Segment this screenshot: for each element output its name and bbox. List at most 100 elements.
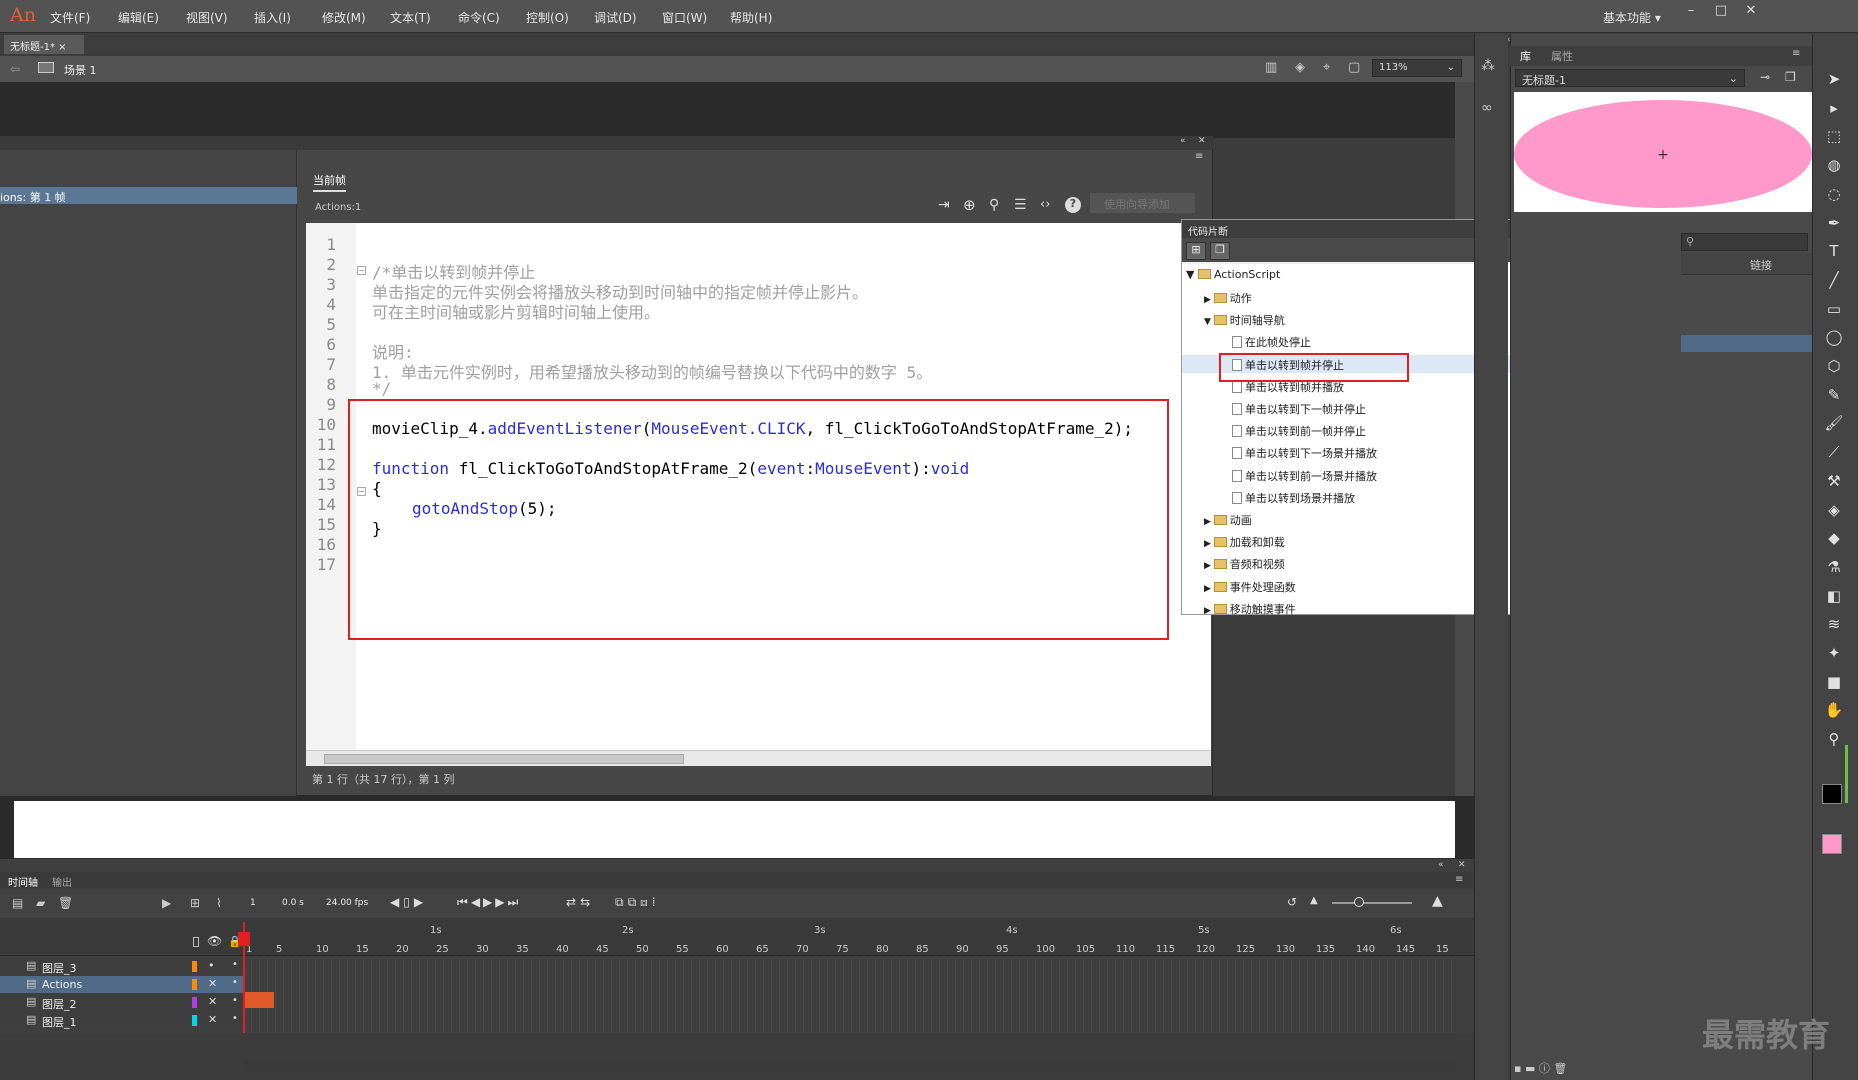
code-hscroll[interactable] <box>306 750 1211 766</box>
playhead-handle[interactable] <box>238 932 250 946</box>
menu-item[interactable]: 窗口(W) <box>662 9 707 26</box>
tree-folder[interactable]: ▶ 移动触摸事件 <box>1204 601 1296 617</box>
menu-item[interactable]: 文本(T) <box>390 9 431 26</box>
stage-canvas[interactable] <box>14 801 1455 858</box>
menu-item[interactable]: 调试(D) <box>594 9 637 26</box>
next-keyframe-icon[interactable]: ▶ <box>414 895 427 909</box>
slider-thumb[interactable] <box>1354 897 1364 907</box>
format-code-icon[interactable]: ☰ <box>1014 197 1027 213</box>
step-forward-icon[interactable]: ▶ <box>495 895 507 909</box>
maximize-button[interactable]: □ <box>1710 3 1732 23</box>
menu-item[interactable]: 命令(C) <box>458 9 500 26</box>
subselection-tool-icon[interactable]: ▸ <box>1822 99 1846 121</box>
properties-icon[interactable]: ⓘ <box>1539 1062 1554 1075</box>
tree-snippet[interactable]: 在此帧处停止 <box>1232 334 1311 350</box>
text-tool-icon[interactable]: T <box>1822 242 1846 264</box>
frame-size-slider[interactable] <box>1332 902 1412 904</box>
rectangle-tool-icon[interactable]: ▭ <box>1822 300 1846 322</box>
polystar-tool-icon[interactable]: ⬡ <box>1822 357 1846 379</box>
onion-outline-icon[interactable]: ⧉ <box>628 895 641 909</box>
panel-menu-icon[interactable]: ≡ <box>1792 48 1800 59</box>
tree-snippet[interactable]: 单击以转到下一帧并停止 <box>1232 401 1366 417</box>
first-frame-icon[interactable]: ⏮ <box>457 895 471 909</box>
menu-item[interactable]: 视图(V) <box>186 9 228 26</box>
layer-name[interactable]: 图层_1 <box>42 1014 77 1030</box>
new-layer-icon[interactable]: ▤ <box>12 896 23 910</box>
tree-folder[interactable]: ▼ 时间轴导航 <box>1204 312 1285 328</box>
menu-item[interactable]: 控制(O) <box>526 9 569 26</box>
tree-folder[interactable]: ▶ 动画 <box>1204 512 1252 528</box>
brush-tool-icon[interactable]: ⟋ <box>1822 443 1846 465</box>
stroke-color-swatch[interactable] <box>1822 784 1842 804</box>
menu-item[interactable]: 插入(I) <box>254 9 291 26</box>
visibility-dot-icon[interactable]: • <box>208 959 215 972</box>
timeline-hscroll[interactable] <box>243 1060 1456 1072</box>
layer-row[interactable]: ▤ 图层_2 ✕ • <box>0 994 243 1011</box>
collapse-icon[interactable]: « <box>1438 860 1444 870</box>
motion-presets-icon[interactable]: ⁂ <box>1481 58 1501 78</box>
new-symbol-icon[interactable]: ▪ <box>1514 1062 1525 1075</box>
back-arrow-icon[interactable]: ⇦ <box>10 62 20 76</box>
asset-warp-icon[interactable]: ✦ <box>1822 644 1846 666</box>
close-panel-icon[interactable]: ✕ <box>1458 860 1466 870</box>
tree-folder[interactable]: ▶ 加载和卸载 <box>1204 534 1285 550</box>
layer-row[interactable]: ▤ 图层_1 ✕ • <box>0 1012 243 1029</box>
layer-name[interactable]: 图层_3 <box>42 960 77 976</box>
lasso-icon[interactable]: ◌ <box>1822 185 1846 207</box>
camera-icon[interactable]: ▶ <box>162 896 171 910</box>
help-icon[interactable]: ? <box>1065 197 1081 213</box>
pin-script-icon[interactable]: ⇥ <box>938 197 950 213</box>
keyframe-icon[interactable]: ▯ <box>403 895 414 909</box>
fold-toggle-icon[interactable]: − <box>357 266 366 275</box>
column-link[interactable]: 链接 <box>1750 257 1772 273</box>
clip-content-icon[interactable]: ▢ <box>1348 60 1360 75</box>
lock-dot-icon[interactable]: • <box>232 977 238 988</box>
elapsed-time[interactable]: 0.0 s <box>282 898 304 908</box>
library-search[interactable]: ⚲ <box>1681 233 1808 251</box>
hand-tool-icon[interactable]: ✋ <box>1822 701 1846 723</box>
eraser-icon[interactable]: ◧ <box>1822 587 1846 609</box>
menu-item[interactable]: 文件(F) <box>50 9 90 26</box>
expand-arrow-icon[interactable]: ▶ <box>1204 295 1214 305</box>
expand-arrow-icon[interactable]: ▶ <box>1204 561 1214 571</box>
expand-arrow-icon[interactable]: ▶ <box>1204 584 1214 594</box>
layer-row[interactable]: ▤ 图层_3 • • <box>0 958 243 975</box>
expand-arrow-icon[interactable]: ▶ <box>1204 539 1214 549</box>
ink-bottle-icon[interactable]: ◆ <box>1822 529 1846 551</box>
bone-tool-icon[interactable]: ⚒ <box>1822 472 1846 494</box>
copy-to-clipboard-icon[interactable]: ❐ <box>1210 242 1230 260</box>
edit-symbol-icon[interactable]: ◈ <box>1295 60 1305 75</box>
expand-arrow-icon[interactable]: ▶ <box>1204 606 1214 616</box>
layer-row[interactable]: ▤ Actions ✕ • <box>0 976 243 993</box>
prev-keyframe-icon[interactable]: ◀ <box>390 895 403 909</box>
code-snippets-icon[interactable]: ‹› <box>1040 197 1050 212</box>
pen-tool-icon[interactable]: ✒ <box>1822 214 1846 236</box>
free-transform-icon[interactable]: ⬚ <box>1822 127 1846 149</box>
tab-output[interactable]: 输出 <box>52 874 72 889</box>
selection-tool-icon[interactable]: ➤ <box>1822 70 1846 92</box>
step-back-icon[interactable]: ◀ <box>471 895 483 909</box>
hidden-layer-icon[interactable]: ✕ <box>208 995 217 1008</box>
wizard-button[interactable]: 使用向导添加 <box>1090 193 1195 213</box>
doc-tab[interactable]: 无标题-1* × <box>4 35 84 54</box>
frame-grid[interactable] <box>243 958 1456 1033</box>
tree-snippet[interactable]: 单击以转到下一场景并播放 <box>1232 445 1377 461</box>
tab-current-frame[interactable]: 当前帧 <box>313 172 346 192</box>
new-folder-icon[interactable]: ▬ <box>1525 1062 1539 1075</box>
zoom-out-icon[interactable]: ▲ <box>1310 895 1318 906</box>
paint-brush-icon[interactable]: 🖌 <box>1822 414 1846 436</box>
zoom-tool-icon[interactable]: ⚲ <box>1822 730 1846 752</box>
fill-color-swatch[interactable] <box>1822 834 1842 854</box>
panel-menu-icon[interactable]: ≡ <box>1195 151 1203 162</box>
collapse-arrow-icon[interactable]: ▼ <box>1204 317 1214 327</box>
tab-timeline[interactable]: 时间轴 <box>8 874 38 889</box>
tree-root[interactable]: ▼ ActionScript <box>1186 268 1280 281</box>
menu-item[interactable]: 帮助(H) <box>730 9 772 26</box>
layer-color-swatch[interactable] <box>192 1015 197 1026</box>
layer-color-swatch[interactable] <box>192 979 197 990</box>
camera-tool-icon[interactable]: ■ <box>1822 673 1846 695</box>
delete-layer-icon[interactable]: 🗑 <box>58 896 73 910</box>
lock-dot-icon[interactable]: • <box>232 995 238 1006</box>
tab-library[interactable]: 库 <box>1520 48 1531 64</box>
tree-snippet[interactable]: 单击以转到前一场景并播放 <box>1232 468 1377 484</box>
